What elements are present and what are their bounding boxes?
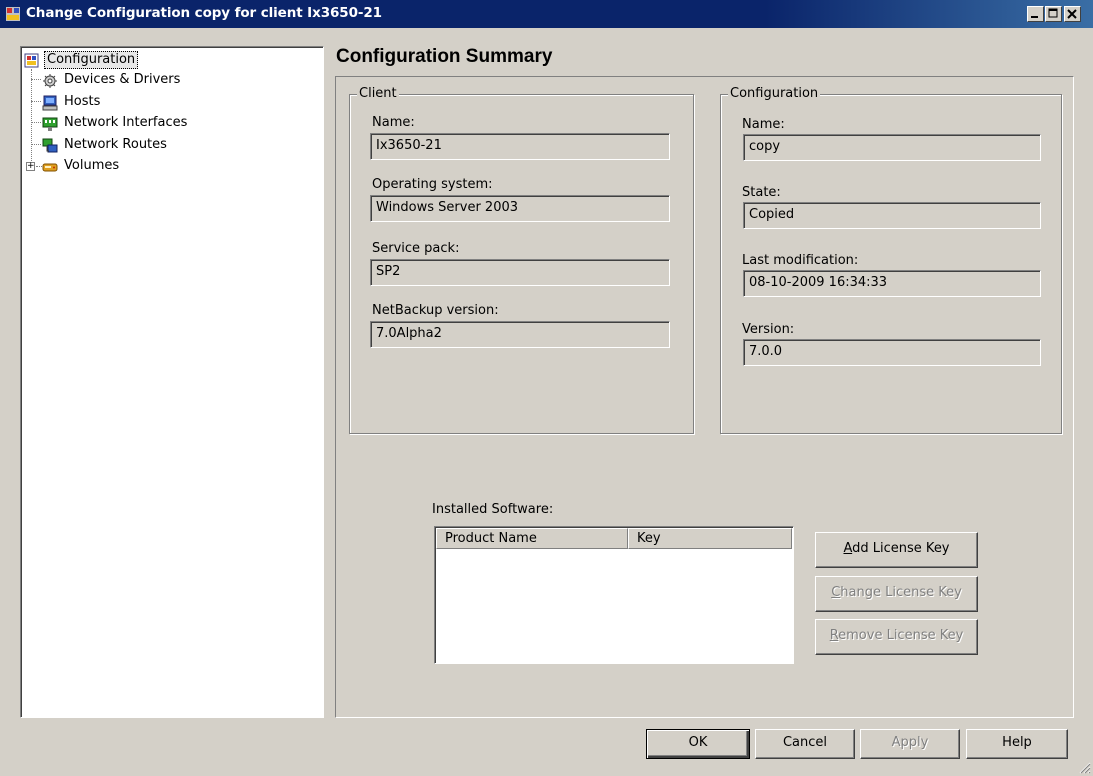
tree-label: Volumes (64, 158, 120, 173)
netbackup-version-field: 7.0Alpha2 (370, 321, 670, 348)
installed-software-label: Installed Software: (432, 502, 554, 517)
expand-icon[interactable]: + (26, 162, 35, 171)
version-field: 7.0.0 (743, 339, 1041, 366)
tree-label: Network Interfaces (64, 115, 188, 130)
navigation-tree[interactable]: Configuration Devices & Drivers Hosts Ne… (20, 46, 324, 718)
configuration-group-legend: Configuration (728, 86, 821, 101)
netbackup-version-label: NetBackup version: (372, 303, 499, 318)
config-name-label: Name: (742, 117, 785, 132)
tree-connector (31, 144, 41, 145)
page-title: Configuration Summary (336, 46, 553, 67)
cancel-button[interactable]: Cancel (755, 729, 855, 759)
state-label: State: (742, 185, 781, 200)
client-name-field: Ix3650-21 (370, 133, 670, 160)
title-bar[interactable]: Change Configuration copy for client Ix3… (0, 0, 1093, 28)
window-title: Change Configuration copy for client Ix3… (26, 5, 382, 21)
last-modification-field: 08-10-2009 16:34:33 (743, 270, 1041, 297)
apply-button[interactable]: Apply (860, 729, 960, 759)
column-header-key[interactable]: Key (628, 528, 792, 549)
hosts-icon (42, 95, 58, 111)
last-modification-label: Last modification: (742, 253, 859, 268)
add-license-key-button[interactable]: Add License Key (815, 532, 978, 568)
tree-connector (31, 79, 41, 80)
installed-software-list[interactable]: Product Name Key (434, 526, 794, 664)
tree-connector (31, 101, 41, 102)
os-label: Operating system: (372, 177, 493, 192)
tree-connector (31, 69, 32, 167)
network-routes-icon (42, 138, 58, 153)
dialog-window: Change Configuration copy for client Ix3… (0, 0, 1093, 776)
close-button[interactable] (1064, 6, 1081, 22)
os-field: Windows Server 2003 (370, 195, 670, 222)
btn-mnemonic: C (831, 585, 841, 600)
devices-drivers-icon (43, 74, 57, 88)
btn-text: dd License Key (852, 541, 950, 556)
tree-label: Hosts (64, 94, 101, 109)
version-label: Version: (742, 322, 795, 337)
help-button[interactable]: Help (966, 729, 1068, 759)
remove-license-key-button[interactable]: Remove License Key (815, 619, 978, 655)
configuration-icon (24, 53, 39, 68)
column-header-product-name[interactable]: Product Name (436, 528, 628, 549)
client-group-legend: Client (357, 86, 399, 101)
btn-mnemonic: A (843, 541, 853, 556)
ok-button[interactable]: OK (646, 729, 750, 759)
network-interfaces-icon (42, 117, 58, 131)
minimize-button[interactable] (1027, 6, 1044, 22)
change-license-key-button[interactable]: Change License Key (815, 576, 978, 612)
service-pack-field: SP2 (370, 259, 670, 286)
minimize-icon (1031, 16, 1038, 18)
maximize-icon (1048, 8, 1058, 18)
tree-label: Devices & Drivers (64, 72, 181, 87)
resize-grip-icon[interactable] (1077, 760, 1091, 774)
app-icon (6, 7, 20, 21)
tree-label: Configuration (44, 51, 139, 69)
maximize-button[interactable] (1045, 6, 1062, 22)
tree-label: Network Routes (64, 137, 167, 152)
btn-mnemonic: R (829, 628, 839, 643)
volumes-icon (42, 163, 58, 172)
service-pack-label: Service pack: (372, 241, 460, 256)
config-name-field: copy (743, 134, 1041, 161)
btn-text: hange License Key (840, 585, 962, 600)
btn-text: emove License Key (838, 628, 964, 643)
client-name-label: Name: (372, 115, 415, 130)
tree-connector (31, 122, 41, 123)
state-field: Copied (743, 202, 1041, 229)
close-icon (1067, 9, 1077, 19)
